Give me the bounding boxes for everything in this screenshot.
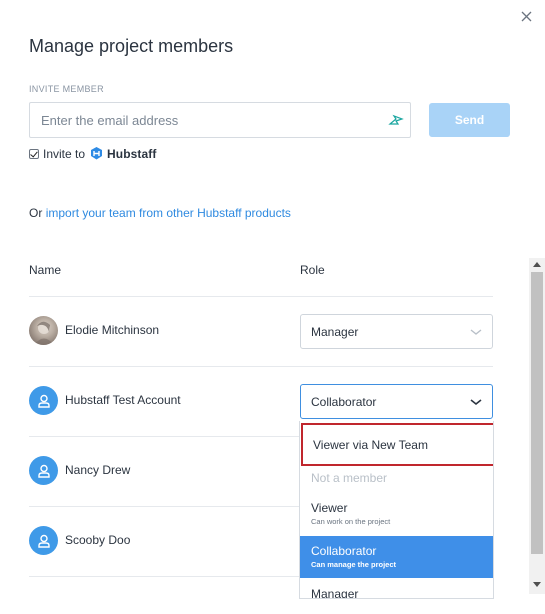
email-input[interactable] [30,103,410,137]
modal-title: Manage project members [29,36,234,56]
dropdown-option-manager[interactable]: Manager [300,579,493,598]
import-prefix: Or [29,206,43,220]
avatar [29,526,58,555]
dropdown-option-viewer[interactable]: Viewer Can work on the project [300,495,493,535]
scroll-up-arrow-icon[interactable] [533,262,541,267]
avatar [29,386,58,415]
dropdown-option-not-a-member: Not a member [311,471,388,485]
import-team-link[interactable]: import your team from other Hubstaff pro… [46,206,291,220]
hubstaff-logo: Hubstaff [89,146,156,161]
divider [29,366,493,367]
member-name: Nancy Drew [65,463,131,477]
avatar [29,456,58,485]
chevron-down-icon [470,329,482,335]
role-select[interactable]: Collaborator [300,384,493,419]
user-icon [37,394,50,408]
hubstaff-brand: Hubstaff [107,146,157,161]
highlight-box [301,423,493,466]
scrollbar-thumb[interactable] [531,272,543,554]
invite-member-label: INVITE MEMBER [29,84,104,94]
dropdown-option-collaborator[interactable]: Collaborator Can manage the project [300,536,493,578]
user-icon [37,464,50,478]
email-field-wrapper [29,102,411,138]
role-dropdown-menu: Viewer via New Team Not a member Viewer … [299,421,494,599]
invite-to-hubstaff: Invite to Hubstaff [29,146,157,161]
close-icon [521,11,532,22]
autofill-icon[interactable] [388,113,404,127]
close-button[interactable] [518,8,536,26]
scroll-down-arrow-icon[interactable] [533,582,541,587]
member-name: Elodie Mitchinson [65,323,160,337]
invite-checkbox[interactable] [29,148,39,159]
import-line: Or import your team from other Hubstaff … [29,206,291,220]
user-icon [37,534,50,548]
avatar [29,316,58,345]
send-button[interactable]: Send [429,103,510,137]
chevron-down-icon [470,399,482,406]
photo-avatar-icon [34,321,54,345]
column-header-role: Role [300,263,325,277]
member-name: Scooby Doo [65,533,131,547]
role-select-value: Collaborator [311,394,377,409]
member-name: Hubstaff Test Account [65,393,181,407]
role-select-value: Manager [311,324,359,339]
column-header-name: Name [29,263,62,277]
role-select[interactable]: Manager [300,314,493,349]
hubstaff-logo-icon [91,147,103,160]
divider [29,296,493,297]
invite-to-label: Invite to [43,146,86,161]
